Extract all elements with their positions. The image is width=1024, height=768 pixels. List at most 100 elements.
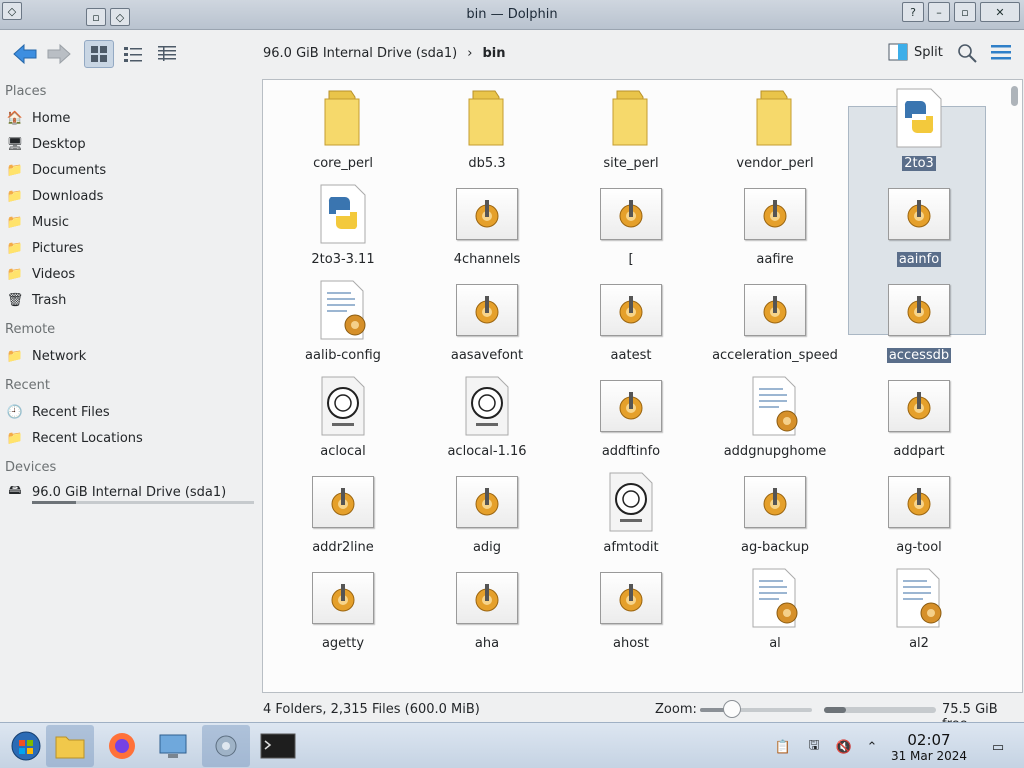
details-view-button[interactable]	[152, 40, 182, 68]
sidebar-item-network[interactable]: 📁 Network	[6, 345, 256, 367]
breadcrumb-current[interactable]: bin	[482, 46, 505, 61]
file-item[interactable]: al2	[849, 566, 989, 658]
storage-tray-icon[interactable]: 🖫	[803, 736, 825, 758]
file-item[interactable]: 2to3	[849, 86, 989, 178]
breadcrumb-drive[interactable]: 96.0 GiB Internal Drive (sda1)	[263, 46, 457, 61]
file-item[interactable]: aainfo	[849, 182, 989, 274]
file-item[interactable]: acceleration_speed	[705, 278, 845, 370]
file-item[interactable]: ag-backup	[705, 470, 845, 562]
sidebar-item-music[interactable]: 📁 Music	[6, 211, 256, 233]
file-item[interactable]: aclocal	[273, 374, 413, 466]
file-item[interactable]: addftinfo	[561, 374, 701, 466]
file-item[interactable]: ag-tool	[849, 470, 989, 562]
compact-view-button[interactable]	[118, 40, 148, 68]
file-name: addgnupghome	[723, 444, 827, 459]
sidebar-item-recent-locations[interactable]: 📁 Recent Locations	[6, 427, 256, 449]
sidebar-item-videos[interactable]: 📁 Videos	[6, 263, 256, 285]
file-item[interactable]: addr2line	[273, 470, 413, 562]
taskbar-dolphin[interactable]	[46, 725, 94, 767]
sidebar-item-downloads[interactable]: 📁 Downloads	[6, 185, 256, 207]
sidebar-item-recent-files[interactable]: 🕘 Recent Files	[6, 401, 256, 423]
recent-locations-icon: 📁	[6, 430, 24, 446]
file-item[interactable]: agetty	[273, 566, 413, 658]
file-name: core_perl	[313, 156, 373, 171]
file-item[interactable]: addgnupghome	[705, 374, 845, 466]
file-item[interactable]: aatest	[561, 278, 701, 370]
taskbar-app[interactable]	[202, 725, 250, 767]
start-menu-button[interactable]	[2, 725, 50, 767]
forward-arrow-icon	[47, 43, 71, 65]
file-item[interactable]: 2to3-3.11	[273, 182, 413, 274]
file-item[interactable]: aha	[417, 566, 557, 658]
chevron-up-icon[interactable]: ⌃	[861, 736, 883, 758]
executable-icon	[599, 566, 663, 630]
split-button[interactable]: Split	[888, 43, 943, 61]
help-button[interactable]: ?	[902, 2, 924, 22]
file-name: db5.3	[468, 156, 506, 171]
vertical-scrollbar[interactable]	[1011, 86, 1018, 106]
python-icon	[311, 182, 375, 246]
hamburger-menu-button[interactable]	[989, 42, 1013, 64]
maximize-button[interactable]: ▫	[954, 2, 976, 22]
taskbar-terminal[interactable]	[254, 725, 302, 767]
file-item[interactable]: core_perl	[273, 86, 413, 178]
file-name: 4channels	[453, 252, 521, 267]
sidebar-item-documents[interactable]: 📁 Documents	[6, 159, 256, 181]
zoom-slider-handle[interactable]	[723, 700, 741, 718]
show-desktop-icon[interactable]: ▭	[987, 736, 1009, 758]
sidebar-item-drive[interactable]: 🖴 96.0 GiB Internal Drive (sda1)	[6, 481, 256, 503]
executable-icon	[743, 278, 807, 342]
file-item[interactable]: adig	[417, 470, 557, 562]
file-item[interactable]: accessdb	[849, 278, 989, 370]
forward-button[interactable]	[44, 40, 74, 68]
file-item[interactable]: site_perl	[561, 86, 701, 178]
back-button[interactable]	[10, 40, 40, 68]
minimize-button[interactable]: –	[928, 2, 950, 22]
script-icon	[743, 374, 807, 438]
file-name: al	[769, 636, 781, 651]
sidebar-item-trash[interactable]: 🗑 Trash	[6, 289, 256, 311]
window-title: bin — Dolphin	[466, 7, 558, 22]
file-view[interactable]: core_perl db5.3 site_perl vendor_perl 2to3 2t…	[262, 79, 1023, 693]
file-name: addftinfo	[601, 444, 661, 459]
search-button[interactable]	[956, 42, 978, 64]
icons-view-button[interactable]	[84, 40, 114, 68]
file-item[interactable]: aasavefont	[417, 278, 557, 370]
executable-icon	[599, 278, 663, 342]
drive-usage-fill	[32, 501, 77, 504]
file-item[interactable]: afmtodit	[561, 470, 701, 562]
recent-files-icon: 🕘	[6, 404, 24, 420]
close-button[interactable]: ✕	[980, 2, 1020, 22]
remote-heading: Remote	[5, 322, 56, 337]
taskbar-firefox[interactable]	[98, 725, 146, 767]
taskbar-system-settings[interactable]	[150, 725, 198, 767]
chevron-right-icon[interactable]: ›	[467, 46, 472, 61]
sidebar-item-desktop[interactable]: 🖥 Desktop	[6, 133, 256, 155]
file-item[interactable]: aalib-config	[273, 278, 413, 370]
clipboard-tray-icon[interactable]: 📋	[772, 736, 794, 758]
clock-time: 02:07	[907, 731, 951, 749]
file-item[interactable]: al	[705, 566, 845, 658]
videos-folder-icon: 📁	[6, 266, 24, 282]
file-item[interactable]: vendor_perl	[705, 86, 845, 178]
zoom-slider[interactable]	[700, 708, 812, 712]
clock[interactable]: 02:07 31 Mar 2024	[884, 731, 974, 763]
file-item[interactable]: aafire	[705, 182, 845, 274]
file-name: ag-tool	[896, 540, 942, 555]
file-item[interactable]: aclocal-1.16	[417, 374, 557, 466]
file-item[interactable]: ahost	[561, 566, 701, 658]
file-name: agetty	[321, 636, 365, 651]
executable-icon	[455, 566, 519, 630]
file-item[interactable]: 4channels	[417, 182, 557, 274]
sidebar-item-pictures[interactable]: 📁 Pictures	[6, 237, 256, 259]
volume-muted-icon[interactable]: 🔇	[833, 736, 855, 758]
window-titlebar[interactable]: ◇ ▫ ◇ bin — Dolphin ? – ▫ ✕	[0, 0, 1024, 30]
file-item[interactable]: addpart	[849, 374, 989, 466]
file-name: addpart	[893, 444, 945, 459]
script-icon	[311, 278, 375, 342]
system-settings-icon	[159, 734, 187, 758]
sidebar-item-home[interactable]: 🏠 Home	[6, 107, 256, 129]
file-item[interactable]: [	[561, 182, 701, 274]
file-item[interactable]: db5.3	[417, 86, 557, 178]
main-toolbar: 96.0 GiB Internal Drive (sda1) › bin Spl…	[0, 30, 1024, 78]
